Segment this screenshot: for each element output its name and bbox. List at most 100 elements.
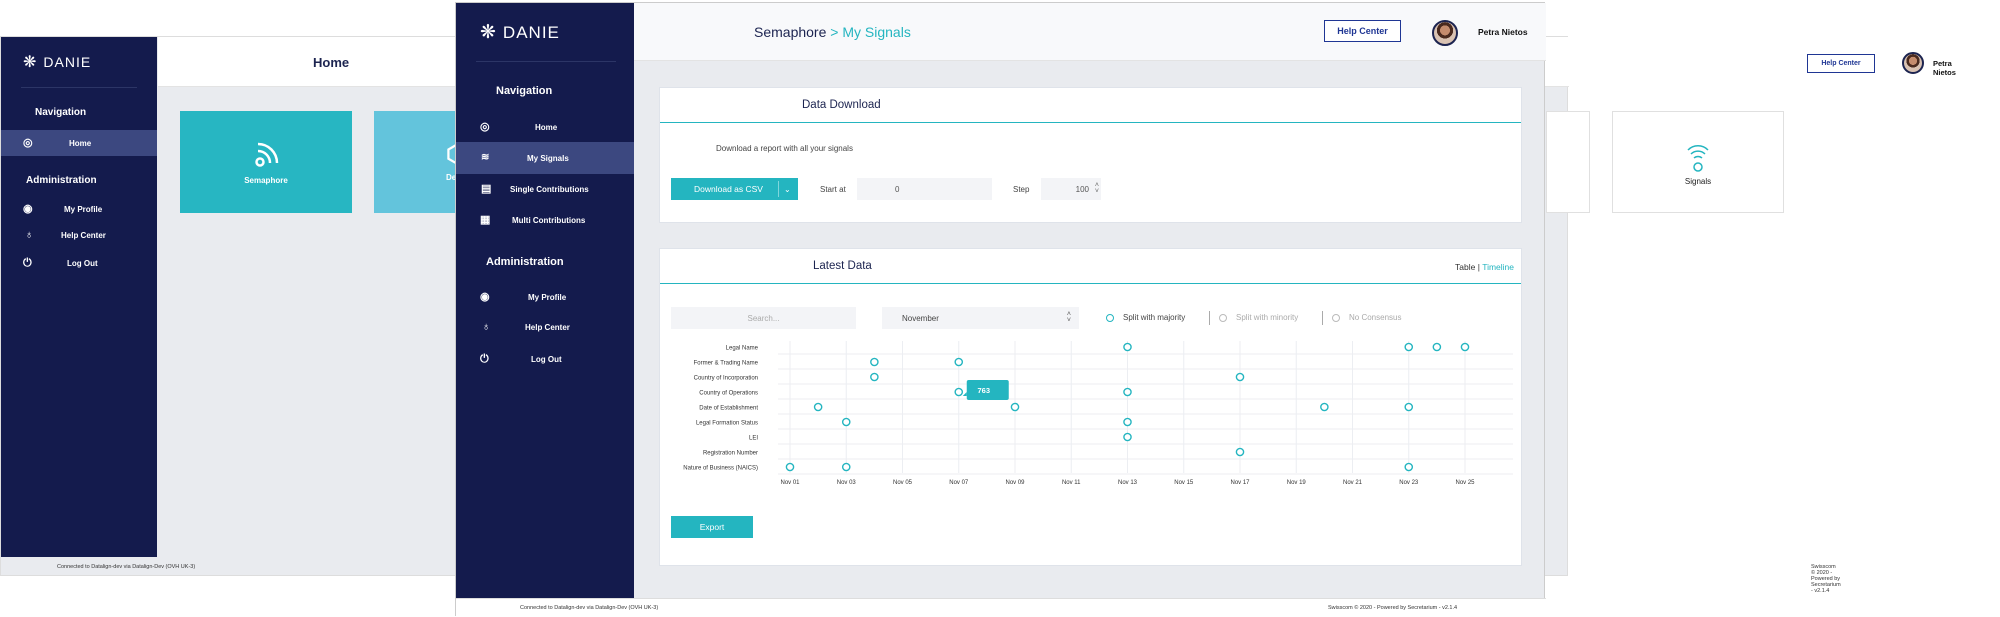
globe-icon: ◎ [23,136,33,149]
view-timeline-link[interactable]: Timeline [1482,262,1514,272]
documents-icon: ▦ [480,213,491,226]
row-label: Country of Operations [699,391,758,397]
sidebar-item-help-center[interactable]: ♁ Help Center [456,315,634,339]
x-tick-label: Nov 15 [1174,480,1194,486]
sidebar-item-my-signals[interactable]: ≋ My Signals [456,142,634,174]
stepper-arrows-icon[interactable]: ˄ ˅ [1095,182,1099,195]
data-point[interactable] [1123,417,1132,427]
card-semaphore[interactable]: Semaphore [180,111,352,213]
start-at-input[interactable]: 0 [857,178,992,200]
footer-right: Swisscom © 2020 - Powered by Secretarium… [1328,605,1458,611]
download-csv-button[interactable]: Download as CSV ⌄ [671,178,798,200]
data-point[interactable] [1123,342,1132,352]
export-button[interactable]: Export [671,516,753,538]
data-point[interactable] [813,402,823,412]
help-center-button[interactable]: Help Center [1324,20,1401,42]
step-label: Step [1013,185,1030,194]
data-point[interactable] [1235,447,1245,457]
sidebar-item-single-contributions[interactable]: ▤ Single Contributions [456,177,634,201]
user-avatar[interactable] [1432,20,1458,46]
card-partial[interactable] [1546,111,1590,213]
view-table-link[interactable]: Table [1455,262,1475,272]
data-point[interactable] [954,357,964,367]
timeline-chart: Legal Name Former & Trading Name Country o… [660,339,1523,529]
filter-split-minority[interactable]: Split with minority [1219,313,1298,322]
user-name[interactable]: Petra Nietos [1478,27,1528,37]
radio-icon [1332,313,1340,322]
data-point[interactable] [1123,387,1132,397]
data-point[interactable] [841,462,851,472]
data-point[interactable] [1235,372,1245,382]
breadcrumb: Semaphore > My Signals [754,24,911,40]
background-avatar[interactable] [1902,52,1924,74]
logo-divider [476,61,616,62]
sidebar-item-log-out[interactable]: ⏻ Log Out [1,253,157,273]
user-icon: ◉ [480,290,490,303]
sidebar-item-multi-contributions[interactable]: ▦ Multi Contributions [456,208,634,232]
start-at-label: Start at [820,185,846,194]
main-sidebar: ❋ DANIE Navigation ◎ Home ≋ My Signals ▤… [456,3,634,598]
data-point[interactable] [841,417,851,427]
latest-data-panel: Latest Data Table | Timeline Search... N… [659,248,1522,566]
data-point[interactable] [1320,402,1329,412]
lightbulb-icon: ♁ [25,228,34,241]
chevron-down-icon: ⌄ [784,184,791,194]
row-label: Registration Number [703,451,758,457]
background-user-name[interactable]: Petra Nietos [1933,59,1956,77]
sidebar-item-label: Help Center [525,322,570,332]
divider [778,181,779,197]
data-point[interactable] [870,357,879,367]
month-select[interactable]: November ˄ ˅ [882,307,1079,329]
wifi-signal-icon [1687,144,1709,172]
data-point[interactable] [954,387,964,397]
data-point[interactable] [1404,462,1414,472]
download-csv-label: Download as CSV [694,184,763,194]
x-tick-label: Nov 25 [1455,480,1475,486]
chevron-updown-icon: ˄ ˅ [1066,311,1071,324]
sidebar-item-label: Log Out [531,354,562,364]
search-input[interactable]: Search... [671,307,856,329]
sidebar-item-label: My Profile [64,204,103,214]
card-de[interactable]: ⬡ De [374,111,467,213]
sidebar-item-my-profile[interactable]: ◉ My Profile [456,285,634,309]
step-stepper[interactable]: 100 ˄ ˅ [1041,178,1101,200]
view-toggle: Table | Timeline [1455,262,1514,272]
data-point[interactable] [1432,342,1442,352]
row-label: Nature of Business (NAICS) [683,466,758,472]
admin-heading: Administration [486,256,564,268]
breadcrumb-root[interactable]: Semaphore [754,24,826,40]
data-point[interactable] [785,462,795,472]
background-help-button[interactable]: Help Center [1807,54,1875,73]
sidebar-item-label: My Signals [527,153,569,163]
data-point[interactable] [1010,402,1020,412]
sidebar-item-label: Home [69,138,92,148]
tooltip: 763 [962,380,1009,400]
row-label: Former & Trading Name [694,361,759,367]
filter-split-majority[interactable]: Split with majority [1106,313,1185,322]
sidebar-item-home[interactable]: ◎ Home [1,130,157,156]
panel-title: Data Download [802,99,881,111]
sidebar-item-home[interactable]: ◎ Home [456,115,634,139]
data-point[interactable] [1404,342,1414,352]
x-tick-label: Nov 17 [1230,480,1250,486]
data-point[interactable] [1460,342,1470,352]
main-window: Semaphore > My Signals Help Center Petra… [455,2,1546,617]
view-separator: | [1477,262,1480,272]
sidebar-item-label: Multi Contributions [512,215,586,225]
x-tick-label: Nov 01 [780,480,800,486]
data-point[interactable] [870,372,879,382]
sidebar-item-my-profile[interactable]: ◉ My Profile [1,199,157,219]
sidebar-item-label: My Profile [528,292,567,302]
x-tick-label: Nov 21 [1343,480,1363,486]
radio-icon [1106,313,1114,322]
panel-title: Latest Data [813,260,872,272]
card-signals[interactable]: Signals [1612,111,1784,213]
search-placeholder: Search... [747,313,780,323]
filter-divider [1209,311,1210,325]
sidebar-item-help-center[interactable]: ♁ Help Center [1,225,157,245]
lightbulb-icon: ♁ [482,320,491,333]
sidebar-item-log-out[interactable]: ⏻ Log Out [456,347,634,371]
data-point[interactable] [1404,402,1414,412]
data-point[interactable] [1123,432,1132,442]
filter-no-consensus[interactable]: No Consensus [1332,313,1401,322]
